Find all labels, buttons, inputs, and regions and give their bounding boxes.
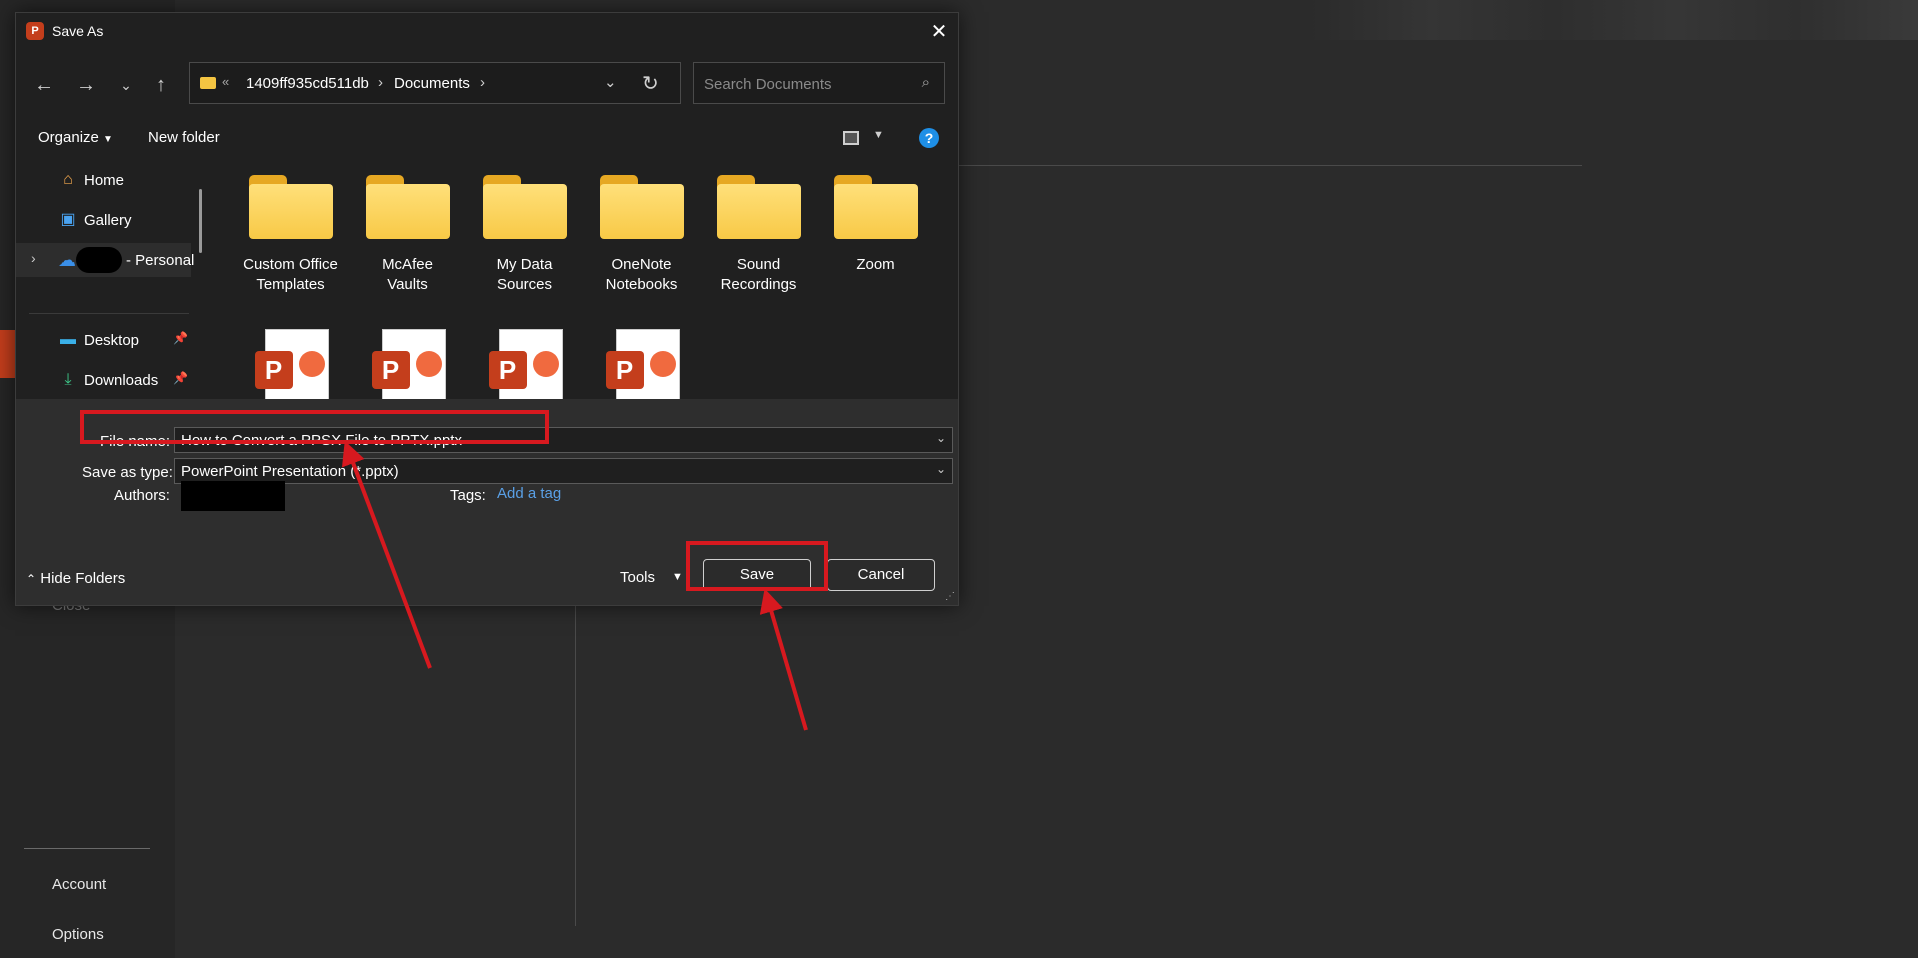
- annotation-arrows: [341, 440, 808, 731]
- arrow-to-save-button: [759, 588, 808, 731]
- arrow-to-file-name: [341, 440, 432, 669]
